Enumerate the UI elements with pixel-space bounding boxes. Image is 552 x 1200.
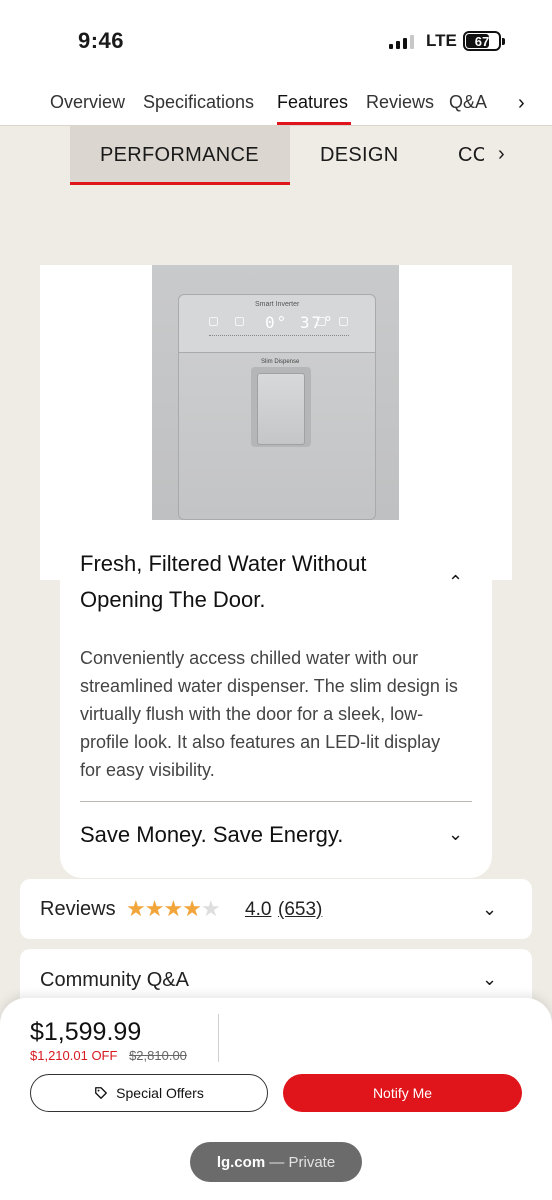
battery-percent: 67 [474, 33, 490, 49]
water-dispenser-image: Smart Inverter 0° 37° Slim Dispense [152, 265, 399, 520]
chevron-down-icon[interactable]: ⌄ [448, 824, 463, 845]
network-label: LTE [426, 31, 457, 50]
notify-me-label: Notify Me [372, 1085, 433, 1101]
feature-accordion: Fresh, Filtered Water Without Opening Th… [60, 551, 492, 878]
feature-title-save-energy[interactable]: Save Money. Save Energy. [80, 822, 343, 848]
subtab-performance[interactable]: PERFORMANCE [100, 144, 259, 167]
star-rating: ★★★★★ [126, 896, 221, 922]
star-icon: ★ [163, 896, 183, 921]
tab-specifications[interactable]: Specifications [143, 92, 254, 113]
subtab-truncated[interactable]: CC [458, 144, 484, 167]
reviews-section[interactable]: Reviews ★★★★★ 4.0 (653) ⌄ [20, 879, 532, 939]
reviews-count[interactable]: (653) [278, 899, 322, 921]
subtab-design[interactable]: DESIGN [320, 144, 398, 167]
chevron-right-icon[interactable]: › [498, 143, 505, 166]
divider [80, 801, 472, 802]
tab-reviews[interactable]: Reviews [366, 92, 434, 113]
chevron-down-icon[interactable]: ⌄ [482, 969, 497, 990]
chevron-right-icon[interactable]: › [518, 92, 525, 115]
feature-title[interactable]: Fresh, Filtered Water Without Opening Th… [80, 546, 410, 618]
active-subtab-indicator [70, 182, 290, 185]
reviews-label: Reviews [40, 898, 116, 920]
product-nav: Overview Specifications Features Reviews… [0, 80, 552, 126]
browser-url-pill[interactable]: lg.com — Private [190, 1142, 362, 1182]
qa-label: Community Q&A [40, 969, 189, 991]
tab-qa[interactable]: Q&A [449, 92, 487, 113]
status-time: 9:46 [78, 28, 125, 53]
discount-line: $1,210.01 OFF $2,810.00 [30, 1048, 187, 1063]
star-icon: ★ [126, 896, 146, 921]
sale-price: $1,599.99 [30, 1018, 142, 1046]
signal-icon [389, 33, 414, 49]
divider [218, 1014, 219, 1062]
chevron-down-icon[interactable]: ⌄ [482, 899, 497, 920]
discount-amount: $1,210.01 OFF [30, 1048, 118, 1063]
feature-image-panel: Smart Inverter 0° 37° Slim Dispense [40, 265, 512, 580]
star-icon: ★ [182, 896, 202, 921]
active-tab-indicator [277, 122, 351, 125]
url-domain: lg.com [216, 1153, 266, 1171]
feature-description: Conveniently access chilled water with o… [80, 648, 458, 780]
tab-features[interactable]: Features [277, 92, 348, 113]
original-price: $2,810.00 [129, 1048, 187, 1063]
rating-value[interactable]: 4.0 [245, 899, 271, 921]
dispenser-badge: Slim Dispense [261, 359, 300, 365]
feature-category-tabs: PERFORMANCE DESIGN CC › [0, 126, 552, 186]
tag-icon [95, 1087, 108, 1099]
special-offers-label: Special Offers [116, 1085, 204, 1101]
chevron-up-icon[interactable]: ⌃ [448, 572, 463, 593]
notify-me-button[interactable]: Notify Me [283, 1074, 522, 1112]
dispenser-brand-text: Smart Inverter [255, 301, 300, 308]
special-offers-button[interactable]: Special Offers [30, 1074, 268, 1112]
battery-icon: 67 [463, 31, 505, 51]
private-mode-label: — Private [269, 1153, 336, 1171]
status-bar: 9:46 LTE 67 [0, 0, 552, 80]
tab-overview[interactable]: Overview [50, 92, 125, 113]
star-icon: ★ [200, 896, 221, 921]
star-icon: ★ [144, 896, 165, 921]
